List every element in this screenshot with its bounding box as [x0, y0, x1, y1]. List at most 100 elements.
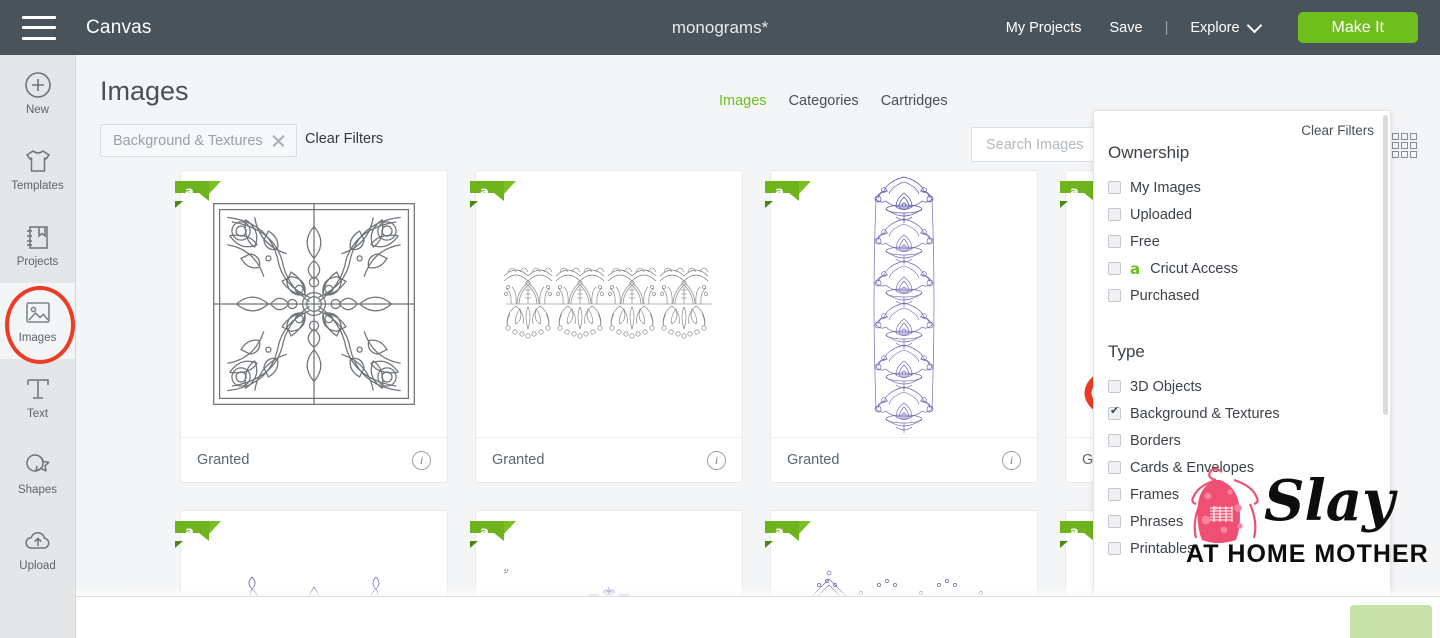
sidebar-item-label: Images — [18, 332, 57, 344]
filter-clear-filters-button[interactable]: Clear Filters — [1301, 123, 1374, 138]
svg-text:a: a — [480, 525, 489, 540]
cloud-upload-icon — [21, 526, 55, 556]
filter-option-background-and-textures[interactable]: Background & Textures — [1108, 400, 1390, 427]
filter-dropdown-panel: Clear Filters Ownership My Images Upload… — [1093, 110, 1391, 638]
cricut-design-space-window: Canvas monograms* My Projects Save | Exp… — [0, 0, 1440, 638]
image-card-name: G — [1082, 452, 1094, 468]
filter-option-label: Background & Textures — [1130, 405, 1280, 422]
sidebar-item-new[interactable]: New — [0, 55, 75, 131]
sidebar-item-label: Templates — [11, 180, 64, 192]
cricut-access-badge-icon: a — [175, 181, 221, 208]
active-filter-chip[interactable]: Background & Textures — [100, 124, 297, 157]
sidebar-item-label: Upload — [19, 560, 56, 572]
filter-option-printables[interactable]: Printables — [1108, 535, 1390, 562]
image-card-name: Granted — [492, 452, 545, 468]
sidebar-item-label: Projects — [16, 256, 59, 268]
hamburger-menu-icon[interactable] — [22, 15, 56, 40]
sidebar-item-projects[interactable]: Projects — [0, 207, 75, 283]
clear-filters-button[interactable]: Clear Filters — [305, 131, 383, 147]
shapes-icon — [21, 450, 55, 480]
filter-option-label: Uploaded — [1130, 206, 1193, 223]
svg-text:a: a — [775, 185, 784, 200]
chevron-down-icon — [1246, 17, 1262, 33]
checkbox-icon[interactable] — [1108, 515, 1121, 528]
filter-option-label: Purchased — [1130, 287, 1200, 304]
filter-option-phrases[interactable]: Phrases — [1108, 508, 1390, 535]
checkbox-icon[interactable] — [1108, 488, 1121, 501]
filter-option-label: Free — [1130, 233, 1160, 250]
tab-images[interactable]: Images — [719, 93, 767, 109]
image-card-name: Granted — [787, 452, 840, 468]
filter-option-my-images[interactable]: My Images — [1108, 174, 1390, 201]
explore-label[interactable]: Explore — [1190, 20, 1239, 36]
image-card[interactable]: a — [470, 170, 743, 483]
plus-circle-icon — [21, 70, 55, 100]
checkbox-icon[interactable] — [1108, 461, 1121, 474]
filter-option-label: Phrases — [1130, 513, 1184, 530]
sidebar-item-upload[interactable]: Upload — [0, 511, 75, 587]
tab-categories[interactable]: Categories — [789, 93, 859, 109]
image-card-footer: Granted i — [181, 437, 447, 482]
filter-option-label: Borders — [1130, 432, 1181, 449]
lace-border-art — [503, 267, 712, 339]
filter-option-frames[interactable]: Frames — [1108, 481, 1390, 508]
checkbox-icon[interactable] — [1108, 235, 1121, 248]
image-card[interactable]: a — [175, 170, 448, 483]
image-card-name: Granted — [197, 452, 250, 468]
svg-text:a: a — [1070, 185, 1079, 200]
filter-section-heading-ownership: Ownership — [1108, 143, 1190, 162]
insert-images-button[interactable] — [1350, 605, 1432, 638]
sidebar-item-label: New — [25, 104, 49, 116]
canvas-label[interactable]: Canvas — [86, 17, 152, 39]
save-link[interactable]: Save — [1110, 20, 1143, 36]
my-projects-link[interactable]: My Projects — [1006, 20, 1082, 36]
filter-panel-scrollbar[interactable] — [1383, 115, 1388, 415]
grid-view-icon[interactable] — [1392, 133, 1417, 158]
left-sidebar: New Templates Projects Images Text Shape… — [0, 55, 76, 638]
filter-option-label: Printables — [1130, 540, 1195, 557]
sidebar-item-text[interactable]: Text — [0, 359, 75, 435]
checkbox-icon[interactable] — [1108, 208, 1121, 221]
info-icon[interactable]: i — [707, 450, 726, 470]
filter-option-label: Cricut Access — [1150, 260, 1238, 277]
checkbox-icon[interactable] — [1108, 181, 1121, 194]
make-it-button[interactable]: Make It — [1297, 12, 1418, 43]
text-T-icon — [21, 374, 55, 404]
cricut-access-badge-icon: a — [765, 181, 811, 208]
filter-option-purchased[interactable]: Purchased — [1108, 282, 1390, 309]
filter-option-cricut-access[interactable]: a Cricut Access — [1108, 255, 1390, 282]
svg-text:a: a — [1070, 525, 1079, 540]
cricut-access-a-icon: a — [1130, 259, 1141, 278]
sidebar-item-shapes[interactable]: Shapes — [0, 435, 75, 511]
tab-cartridges[interactable]: Cartridges — [881, 93, 948, 109]
active-filter-chip-label: Background & Textures — [113, 132, 263, 149]
filter-section-heading-type: Type — [1108, 342, 1145, 361]
top-bar-divider: | — [1164, 19, 1169, 36]
filter-option-uploaded[interactable]: Uploaded — [1108, 201, 1390, 228]
info-icon[interactable]: i — [412, 450, 431, 470]
close-icon[interactable] — [271, 133, 286, 148]
filter-option-free[interactable]: Free — [1108, 228, 1390, 255]
top-bar-actions: My Projects Save | Explore Make It — [1006, 12, 1440, 43]
filter-option-label: 3D Objects — [1130, 378, 1202, 395]
checkbox-icon[interactable] — [1108, 434, 1121, 447]
checkbox-icon[interactable] — [1108, 405, 1121, 420]
cricut-access-badge-icon: a — [470, 181, 516, 208]
filter-option-3d-objects[interactable]: 3D Objects — [1108, 373, 1390, 400]
svg-text:a: a — [185, 185, 194, 200]
sidebar-item-images[interactable]: Images — [0, 283, 75, 359]
image-card[interactable]: a — [765, 170, 1038, 483]
bottom-action-bar — [76, 596, 1440, 638]
checkbox-icon[interactable] — [1108, 380, 1121, 393]
notebook-icon — [21, 222, 55, 252]
filter-option-borders[interactable]: Borders — [1108, 427, 1390, 454]
explore-dropdown[interactable]: Explore — [1190, 17, 1262, 36]
checkbox-icon[interactable] — [1108, 289, 1121, 302]
svg-text:a: a — [480, 185, 489, 200]
sidebar-item-templates[interactable]: Templates — [0, 131, 75, 207]
checkbox-icon[interactable] — [1108, 262, 1121, 275]
checkbox-icon[interactable] — [1108, 542, 1121, 555]
filter-option-cards-and-envelopes[interactable]: Cards & Envelopes — [1108, 454, 1390, 481]
image-card-footer: Granted i — [476, 437, 742, 482]
info-icon[interactable]: i — [1002, 450, 1021, 470]
